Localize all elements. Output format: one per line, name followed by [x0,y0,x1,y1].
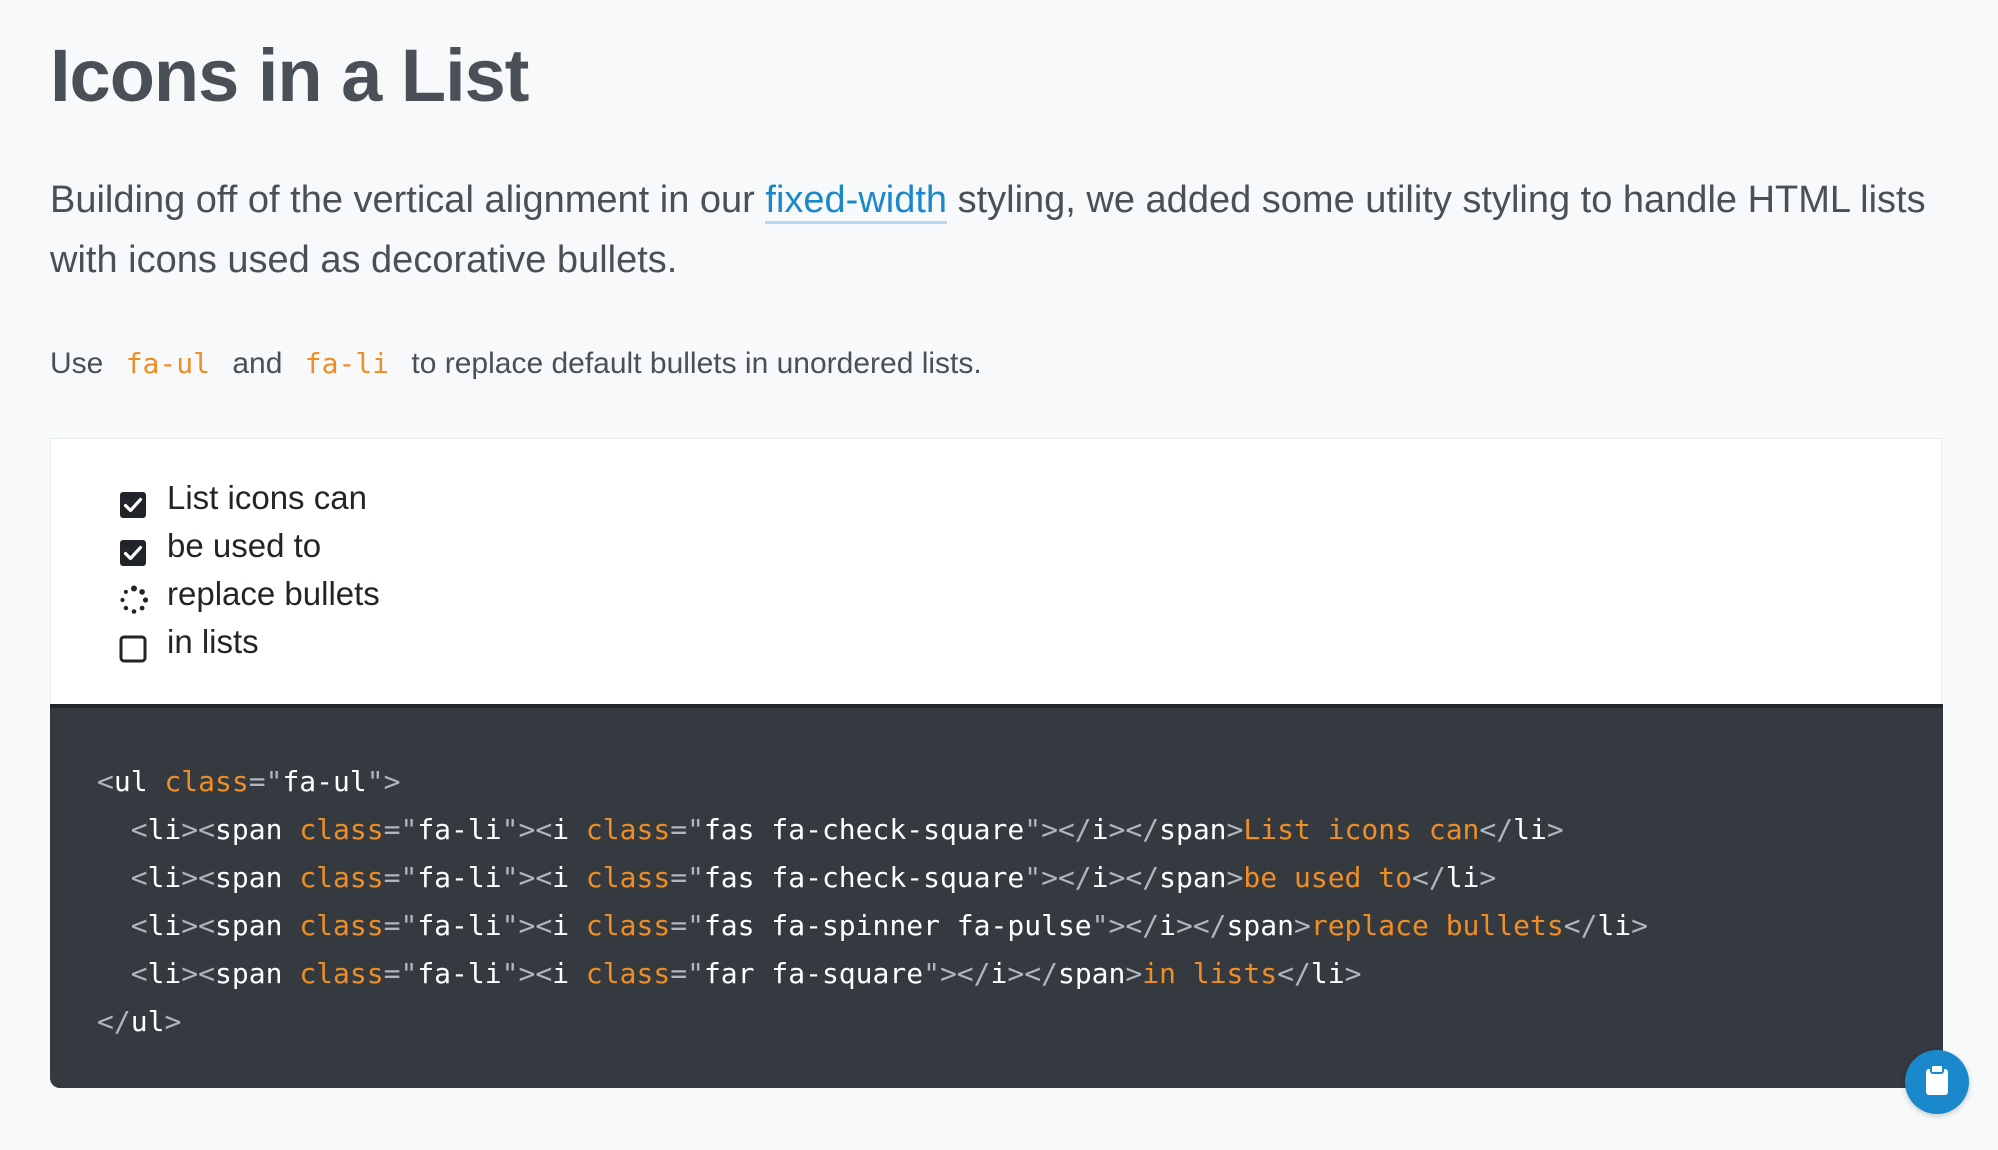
square-outline-icon [119,628,147,663]
fixed-width-link[interactable]: fixed-width [765,179,948,224]
list-item-label: replace bullets [167,575,380,612]
code-fa-ul: fa-ul [125,347,210,380]
check-square-icon [119,532,147,566]
check-square-icon [119,484,147,518]
list-item: be used to [119,522,380,570]
page-title: Icons in a List [50,34,529,117]
code-block: <ul class="fa-ul"> <li><span class="fa-l… [50,704,1943,1088]
list-item: List icons can [119,474,380,522]
intro-paragraph: Building off of the vertical alignment i… [50,170,1950,290]
list-item: in lists [119,618,380,666]
list-item-label: be used to [167,527,322,564]
intro-text-before: Building off of the vertical alignment i… [50,179,766,221]
usage-suffix: to replace default bullets in unordered … [411,347,982,380]
usage-paragraph: Use fa-ul and fa-li to replace default b… [50,342,982,386]
list-item-label: in lists [167,623,259,660]
code-fa-li: fa-li [304,347,390,380]
usage-prefix: Use [50,347,104,380]
list-item: replace bullets [119,570,380,618]
example-preview: List icons can be used to replace bullet… [50,438,1942,704]
clipboard-icon [1923,1063,1951,1101]
copy-code-button[interactable] [1905,1050,1969,1114]
spinner-icon [119,580,149,614]
list-item-label: List icons can [167,479,367,516]
code-content: <ul class="fa-ul"> <li><span class="fa-l… [97,765,1649,1038]
icon-list: List icons can be used to replace bullet… [119,474,380,666]
usage-middle: and [232,347,283,380]
